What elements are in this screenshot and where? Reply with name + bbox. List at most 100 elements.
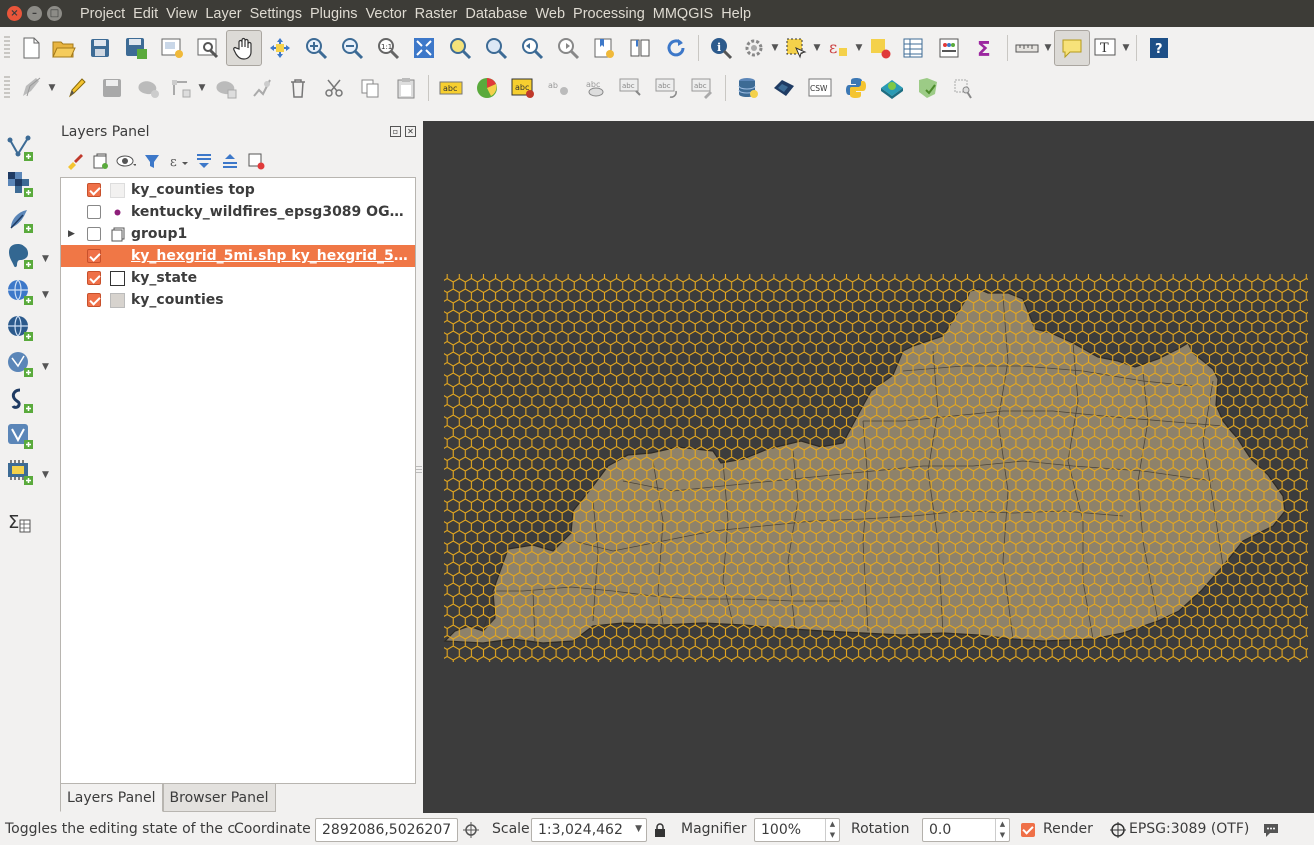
wfs-dropdown[interactable]: ▼ [42, 362, 49, 372]
select-features-button[interactable] [781, 30, 811, 66]
style-manager-button[interactable] [64, 151, 84, 171]
layer-labeling-button[interactable]: abc [505, 70, 541, 106]
new-print-layout-button[interactable] [154, 30, 190, 66]
vertex-tool-button[interactable] [166, 70, 196, 106]
menu-processing[interactable]: Processing [569, 6, 649, 22]
expand-arrow-icon[interactable]: ▶ [68, 229, 75, 239]
add-feature-button[interactable] [130, 70, 166, 106]
copy-features-button[interactable] [352, 70, 388, 106]
wms-dropdown[interactable]: ▼ [42, 290, 49, 300]
measure-dropdown[interactable]: ▼ [1042, 43, 1054, 53]
label-button[interactable]: abc [433, 70, 469, 106]
annotation-dropdown[interactable]: ▼ [1120, 43, 1132, 53]
paste-features-button[interactable] [388, 70, 424, 106]
node-tool-button[interactable] [208, 70, 244, 106]
add-raster-layer-button[interactable] [4, 168, 36, 200]
refresh-button[interactable] [658, 30, 694, 66]
close-panel-button[interactable]: ✕ [405, 126, 416, 137]
add-spatialite-layer-button[interactable] [4, 384, 36, 416]
help-button[interactable]: ? [1141, 30, 1177, 66]
save-project-button[interactable] [82, 30, 118, 66]
statistics-panel-button[interactable]: Σ [4, 506, 36, 538]
layout-manager-button[interactable] [190, 30, 226, 66]
current-edits-button[interactable] [16, 70, 46, 106]
new-shapefile-button[interactable] [4, 456, 36, 488]
toolbar-grip[interactable] [4, 76, 10, 100]
add-wms-layer-button[interactable] [4, 276, 36, 308]
pan-to-selection-button[interactable] [262, 30, 298, 66]
tab-browser-panel[interactable]: Browser Panel [162, 784, 276, 812]
new-layer-dropdown[interactable]: ▼ [42, 470, 49, 480]
new-bookmark-button[interactable] [586, 30, 622, 66]
layer-visibility-checkbox[interactable] [87, 205, 101, 219]
diagram-button[interactable] [469, 70, 505, 106]
remove-layer-button[interactable] [246, 151, 266, 171]
toggle-editing-button[interactable] [58, 70, 94, 106]
select-dropdown[interactable]: ▼ [811, 43, 823, 53]
menu-layer[interactable]: Layer [201, 6, 245, 22]
expression-dropdown[interactable]: ▼ [853, 43, 865, 53]
menu-raster[interactable]: Raster [411, 6, 462, 22]
add-wcs-layer-button[interactable] [4, 312, 36, 344]
add-wfs-layer-button[interactable] [4, 348, 36, 380]
tab-layers-panel[interactable]: Layers Panel [60, 784, 163, 812]
crs-button[interactable]: EPSG:3089 (OTF) [1129, 821, 1249, 837]
scale-combobox[interactable]: 1:3,024,462 ▼ [531, 818, 647, 842]
add-postgis-layer-button[interactable] [4, 240, 36, 272]
save-as-button[interactable] [118, 30, 154, 66]
add-delimited-text-button[interactable] [4, 204, 36, 236]
rotation-spinbox[interactable]: 0.0 ▲ ▼ [922, 818, 1010, 842]
statistics-button[interactable]: Σ [967, 30, 1003, 66]
map-canvas[interactable] [423, 121, 1314, 813]
action-dropdown[interactable]: ▼ [769, 43, 781, 53]
layer-row[interactable]: ky_counties [61, 289, 415, 311]
add-vector-layer-button[interactable] [4, 132, 36, 164]
modify-attributes-button[interactable] [244, 70, 280, 106]
csw-button[interactable]: CSW [802, 70, 838, 106]
pan-button[interactable] [226, 29, 262, 66]
measure-button[interactable] [1012, 30, 1042, 66]
postgis-dropdown[interactable]: ▼ [42, 254, 49, 264]
open-project-button[interactable] [46, 30, 82, 66]
magnifier-spinbox[interactable]: 100% ▲ ▼ [754, 818, 840, 842]
menu-project[interactable]: Project [76, 6, 129, 22]
db-manager-button[interactable] [730, 70, 766, 106]
georeferencer-button[interactable] [946, 70, 982, 106]
menu-vector[interactable]: Vector [362, 6, 411, 22]
layer-visibility-checkbox[interactable] [87, 249, 101, 263]
collapse-all-button[interactable] [220, 151, 240, 171]
change-label-button[interactable]: abc [685, 70, 721, 106]
toggle-extents-button[interactable] [462, 821, 480, 843]
save-edits-button[interactable] [94, 70, 130, 106]
zoom-out-button[interactable] [334, 30, 370, 66]
window-minimize-button[interactable]: – [27, 6, 42, 21]
menu-view[interactable]: View [162, 6, 201, 22]
attribute-table-button[interactable] [895, 30, 931, 66]
cut-features-button[interactable] [316, 70, 352, 106]
show-bookmarks-button[interactable] [622, 30, 658, 66]
menu-edit[interactable]: Edit [129, 6, 162, 22]
layer-tree[interactable]: ky_counties top kentucky_wildfires_epsg30… [60, 177, 416, 784]
new-project-button[interactable] [16, 30, 46, 66]
zoom-to-selection-button[interactable] [442, 30, 478, 66]
zoom-full-button[interactable] [406, 30, 442, 66]
float-panel-button[interactable]: ▫ [390, 126, 401, 137]
layer-row[interactable]: ky_hexgrid_5mi.shp ky_hexgrid_5mi polygo… [61, 245, 415, 267]
toolbar-grip[interactable] [4, 35, 10, 60]
zoom-in-button[interactable] [298, 30, 334, 66]
menu-settings[interactable]: Settings [246, 6, 306, 22]
menu-web[interactable]: Web [531, 6, 569, 22]
menu-mmqgis[interactable]: MMQGIS [649, 6, 717, 22]
zoom-to-layer-button[interactable] [478, 30, 514, 66]
delete-selected-button[interactable] [280, 70, 316, 106]
layer-visibility-checkbox[interactable] [87, 293, 101, 307]
window-maximize-button[interactable]: □ [47, 6, 62, 21]
layer-row[interactable]: ▶ group1 [61, 223, 415, 245]
python-console-button[interactable] [838, 70, 874, 106]
layer-row[interactable]: ky_state [61, 267, 415, 289]
expression-select-button[interactable]: ε [823, 30, 853, 66]
menu-plugins[interactable]: Plugins [306, 6, 362, 22]
metasearch-button[interactable] [766, 70, 802, 106]
window-close-button[interactable]: × [7, 6, 22, 21]
expand-all-button[interactable] [194, 151, 214, 171]
